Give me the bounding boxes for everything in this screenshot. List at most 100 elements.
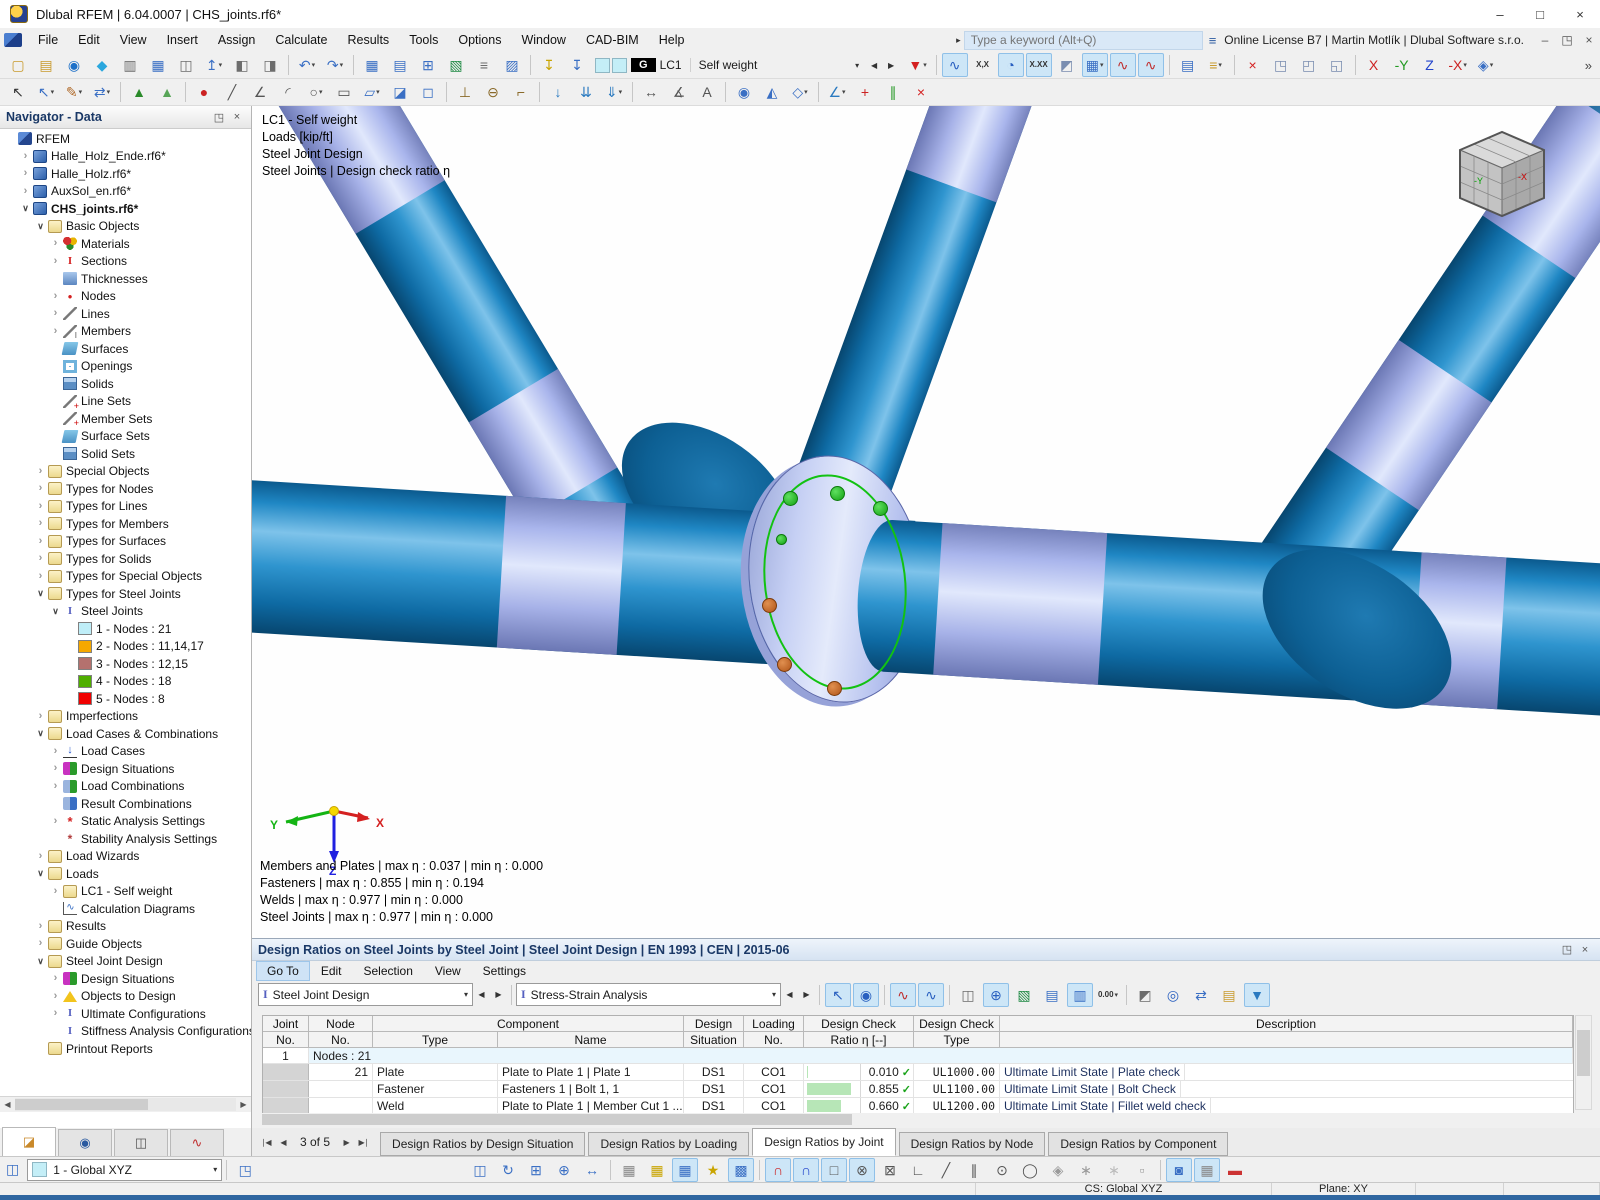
table-horizontal-scrollbar[interactable]: [262, 1113, 1574, 1126]
column-filter-icon[interactable]: ▥: [1067, 982, 1093, 1007]
move-copy-icon[interactable]: ⇄ ▾: [89, 80, 115, 104]
tree-item-types-for-members[interactable]: › Types for Members: [0, 515, 251, 533]
new-rectangle-icon[interactable]: ▭: [331, 80, 357, 104]
result-diagram-1-icon[interactable]: ∿: [1109, 53, 1136, 77]
results-tab-design-ratios-by-design-situation[interactable]: Design Ratios by Design Situation: [380, 1132, 586, 1156]
expander-icon[interactable]: ›: [34, 518, 47, 529]
expander-icon[interactable]: ›: [49, 325, 62, 337]
tree-item-calculation-diagrams[interactable]: ∿ Calculation Diagrams: [0, 900, 251, 918]
visibility-mode-icon[interactable]: ◉: [731, 80, 757, 104]
snap-magnet-icon[interactable]: ∩: [793, 1157, 819, 1182]
expander-icon[interactable]: ›: [19, 185, 32, 197]
result-pointer-icon[interactable]: ↖: [825, 982, 851, 1007]
table-settings-icon[interactable]: ▤: [1039, 983, 1065, 1007]
expander-icon[interactable]: ›: [49, 238, 62, 249]
new-load-case-icon[interactable]: ↧: [536, 53, 562, 77]
tree-item-special-objects[interactable]: › Special Objects: [0, 463, 251, 481]
table-group-row[interactable]: 1 Nodes : 21: [263, 1048, 1573, 1064]
new-member-load-icon[interactable]: ⇊: [573, 80, 599, 104]
bolt-marker[interactable]: [762, 598, 777, 613]
import-table-icon[interactable]: ≡: [471, 53, 497, 77]
select-arrow-icon[interactable]: ↖: [5, 80, 31, 104]
snap-intersections-icon[interactable]: ⊗: [849, 1157, 875, 1182]
scroll-right-icon[interactable]: ▶: [236, 1100, 251, 1109]
tree-item-rfem[interactable]: RFEM: [0, 130, 251, 148]
bolt-marker[interactable]: [830, 486, 845, 501]
navigation-cube[interactable]: -Y -X: [1442, 124, 1560, 224]
relation-scale-icon[interactable]: ⇄: [1188, 983, 1214, 1007]
load-case-selector[interactable]: G LC1 Self weight ▾ ◀ ▶: [595, 55, 900, 75]
tree-item-types-for-solids[interactable]: › Types for Solids: [0, 550, 251, 568]
tree-item-results[interactable]: › Results: [0, 918, 251, 936]
tree-item-sections[interactable]: › I Sections: [0, 253, 251, 271]
grid-snap-icon[interactable]: ▦: [672, 1157, 698, 1182]
expander-icon[interactable]: ›: [34, 535, 47, 547]
tree-item-materials[interactable]: › Materials: [0, 235, 251, 253]
viewport-manager-icon[interactable]: ◫: [6, 1161, 19, 1178]
table-layout-icon[interactable]: ▦: [359, 53, 385, 77]
expander-icon[interactable]: ›: [49, 780, 62, 792]
menu-insert[interactable]: Insert: [157, 30, 208, 50]
snap-endpoints-icon[interactable]: ⊠: [877, 1158, 903, 1182]
expander-icon[interactable]: ›: [49, 885, 62, 897]
expander-icon[interactable]: ›: [19, 150, 32, 162]
find-in-table-icon[interactable]: ◎: [1160, 983, 1186, 1007]
data-navigator-tab[interactable]: ◪: [2, 1127, 56, 1156]
menu-view[interactable]: View: [110, 30, 157, 50]
previous-design-type-button[interactable]: ◀: [473, 985, 490, 1005]
tree-item-load-combinations[interactable]: › Load Combinations: [0, 778, 251, 796]
snap-perpendicular-icon[interactable]: ∟: [905, 1158, 931, 1182]
steel-joint-band[interactable]: [1325, 339, 1492, 511]
previous-load-case-button[interactable]: ◀: [866, 55, 883, 75]
menu-options[interactable]: Options: [448, 30, 511, 50]
export-icon[interactable]: ↥ ▾: [201, 53, 227, 77]
new-node-icon[interactable]: ●: [191, 80, 217, 104]
results-on-solids-icon[interactable]: ◩: [1054, 53, 1080, 77]
show-results-icon[interactable]: ∿: [941, 53, 968, 77]
expander-icon[interactable]: ›: [49, 290, 62, 302]
expander-icon[interactable]: ›: [49, 763, 62, 774]
tree-item-solid-sets[interactable]: Solid Sets: [0, 445, 251, 463]
tree-item-halle-holz-rf6[interactable]: › Halle_Holz.rf6*: [0, 165, 251, 183]
expander-icon[interactable]: ›: [34, 553, 47, 564]
color-scale-icon[interactable]: ▤: [1216, 983, 1242, 1007]
tree-item-3-nodes-12-15[interactable]: 3 - Nodes : 12,15: [0, 655, 251, 673]
guidelines-icon[interactable]: ∥: [880, 80, 906, 104]
tree-item-load-cases[interactable]: › ↓ Load Cases: [0, 743, 251, 761]
navigator-float-icon[interactable]: ◳: [211, 111, 227, 124]
new-text-icon[interactable]: A: [694, 80, 720, 104]
new-arc-icon[interactable]: ◜: [275, 80, 301, 104]
table-row[interactable]: Fastener Fasteners 1 | Bolt 1, 1 DS1 CO1 0.8…: [263, 1081, 1573, 1098]
snap-ellipse-icon[interactable]: ◯: [1017, 1158, 1043, 1182]
new-solid-icon[interactable]: ◪: [387, 80, 413, 104]
steel-joint-band[interactable]: [906, 106, 1043, 203]
panel-close-icon[interactable]: ×: [1576, 944, 1594, 956]
delete-loads-icon[interactable]: ×: [908, 80, 934, 104]
render-transparent-icon[interactable]: ◱: [1324, 53, 1350, 77]
tree-item-printout-reports[interactable]: Printout Reports: [0, 1040, 251, 1058]
redo-icon[interactable]: ↷ ▾: [322, 53, 348, 77]
panel-float-icon[interactable]: ◳: [1558, 943, 1576, 956]
table-vertical-scrollbar[interactable]: [1575, 1015, 1592, 1110]
new-circle-icon[interactable]: ○ ▾: [303, 80, 329, 104]
tree-item-static-analysis-settings[interactable]: › * Static Analysis Settings: [0, 813, 251, 831]
close-button[interactable]: ×: [1560, 0, 1600, 28]
tree-item-auxsol-en-rf6[interactable]: › AuxSol_en.rf6*: [0, 183, 251, 201]
snap-quadrant-icon[interactable]: ◈: [1045, 1158, 1071, 1182]
ortho-mode-icon[interactable]: □: [821, 1157, 847, 1182]
table-manager-icon[interactable]: ▨: [499, 53, 525, 77]
snap-parallel-icon[interactable]: ∥: [961, 1158, 987, 1182]
tree-item-loads[interactable]: ∨ Loads: [0, 865, 251, 883]
tree-item-4-nodes-18[interactable]: 4 - Nodes : 18: [0, 673, 251, 691]
tree-item-types-for-special-objects[interactable]: › Types for Special Objects: [0, 568, 251, 586]
search-icon[interactable]: ≡: [1209, 33, 1217, 48]
first-table-icon[interactable]: ∣◀: [258, 1134, 275, 1151]
new-dimension-icon[interactable]: ↔: [638, 80, 664, 104]
tree-item-types-for-steel-joints[interactable]: ∨ Types for Steel Joints: [0, 585, 251, 603]
bolt-marker[interactable]: [776, 534, 787, 545]
results-menu-edit[interactable]: Edit: [310, 961, 353, 981]
tree-item-openings[interactable]: Openings: [0, 358, 251, 376]
bolt-marker[interactable]: [827, 681, 842, 696]
tree-item-design-situations[interactable]: › Design Situations: [0, 760, 251, 778]
result-diagram-2-icon[interactable]: ∿: [1137, 53, 1164, 77]
